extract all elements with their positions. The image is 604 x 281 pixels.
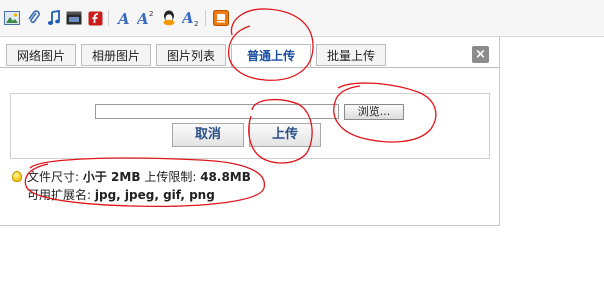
music-icon[interactable] bbox=[45, 9, 63, 27]
upload-panel: 浏览... 取消 上传 bbox=[10, 93, 490, 159]
image-upload-dialog: 网络图片 相册图片 图片列表 普通上传 批量上传 × 浏览... 取消 上传 文… bbox=[0, 37, 500, 226]
extensions-label: 可用扩展名: bbox=[27, 188, 92, 202]
attachment-icon[interactable] bbox=[25, 9, 43, 27]
tab-album-image[interactable]: 相册图片 bbox=[81, 44, 151, 66]
video-icon[interactable] bbox=[65, 9, 83, 27]
extensions-value: jpg, jpeg, gif, png bbox=[94, 188, 215, 202]
close-button[interactable]: × bbox=[472, 46, 489, 63]
upload-limit-label: 上传限制: bbox=[144, 170, 197, 184]
tab-normal-upload[interactable]: 普通上传 bbox=[231, 44, 311, 68]
svg-text:2: 2 bbox=[194, 20, 198, 26]
extensions-line: 可用扩展名: jpg, jpeg, gif, png bbox=[27, 186, 215, 203]
tab-network-image[interactable]: 网络图片 bbox=[6, 44, 76, 66]
browse-button[interactable]: 浏览... bbox=[344, 104, 404, 120]
tab-batch-upload[interactable]: 批量上传 bbox=[316, 44, 386, 66]
lightbulb-icon bbox=[12, 171, 22, 182]
image-icon[interactable] bbox=[3, 9, 21, 27]
font-color-icon[interactable]: A bbox=[115, 9, 133, 27]
svg-text:2: 2 bbox=[149, 10, 153, 18]
cancel-button[interactable]: 取消 bbox=[172, 123, 244, 147]
orange-app-icon[interactable] bbox=[212, 9, 230, 27]
file-size-label: 文件尺寸: bbox=[27, 170, 80, 184]
file-size-line: 文件尺寸: 小于 2MB 上传限制: 48.8MB bbox=[27, 168, 251, 185]
upload-button[interactable]: 上传 bbox=[249, 123, 321, 147]
superscript-icon[interactable]: A2 bbox=[137, 9, 155, 27]
flash-icon[interactable] bbox=[86, 9, 104, 27]
file-path-input[interactable] bbox=[95, 104, 339, 119]
tab-image-list[interactable]: 图片列表 bbox=[156, 44, 226, 66]
emoticon-icon[interactable] bbox=[160, 9, 178, 27]
tab-divider bbox=[0, 67, 499, 68]
file-size-value: 小于 2MB bbox=[82, 170, 141, 184]
upload-limit-value: 48.8MB bbox=[200, 170, 251, 184]
svg-text:A: A bbox=[117, 10, 130, 26]
svg-text:A: A bbox=[182, 10, 194, 26]
editor-toolbar: A A2 A2 bbox=[0, 0, 604, 37]
svg-text:A: A bbox=[137, 10, 149, 26]
subscript-icon[interactable]: A2 bbox=[182, 9, 200, 27]
